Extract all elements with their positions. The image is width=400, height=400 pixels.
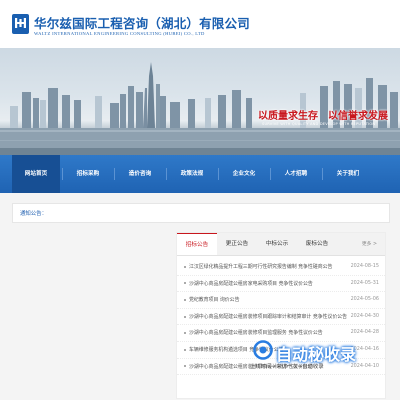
tab-correction-notice[interactable]: 更正公告 <box>217 233 257 255</box>
nav-divider <box>322 168 323 180</box>
tab-cancel-notice[interactable]: 废标公告 <box>297 233 337 255</box>
nav-item-careers[interactable]: 人才招聘 <box>272 155 320 193</box>
bullet-icon <box>184 332 186 335</box>
announcement-tabs: 招标公告 更正公告 中标公示 废标公告 更多 > <box>177 233 385 256</box>
bullet-icon <box>184 298 186 301</box>
list-item-title[interactable]: 沙湖中心商品房配建公租房装修项目监理服务 竞争性议价公告 <box>189 329 347 336</box>
watermark-logo-icon <box>253 340 273 360</box>
company-name-cn[interactable]: 华尔兹国际工程咨询（湖北）有限公司 <box>34 13 250 32</box>
nav-divider <box>114 168 115 180</box>
nav-divider <box>62 168 63 180</box>
list-item-date: 2024-05-06 <box>350 296 379 303</box>
company-name-en: WALTZ INTERNATIONAL ENGINEERING CONSULTI… <box>34 31 205 36</box>
nav-item-home[interactable]: 网站首页 <box>12 155 60 193</box>
watermark-overlay: 自动秘收录 上线时间→来访一次→自动收录 <box>250 340 390 392</box>
watermark-title: 自动秘收录 <box>276 345 357 364</box>
main-nav: 网站首页 招标采购 造价咨询 政策法规 企业文化 人才招聘 关于我们 <box>0 155 400 193</box>
more-link[interactable]: 更多 > <box>362 240 377 247</box>
nav-item-policies[interactable]: 政策法规 <box>168 155 216 193</box>
nav-item-bidding[interactable]: 招标采购 <box>64 155 112 193</box>
list-item-date: 2024-04-30 <box>350 312 379 319</box>
bullet-icon <box>184 265 186 268</box>
list-item-date: 2024-08-15 <box>350 263 379 269</box>
list-item[interactable]: 沙湖中心商品房配建公租房装修项目跟踪审计和结算审计 竞争性议价公告 2024-0… <box>177 309 385 326</box>
banner-slogan-en: SURVIVE WITH QUALITY AND DEVELOP WITH RE… <box>262 122 376 126</box>
list-item-title[interactable]: 沙湖中心商品房配建公租房装修项目跟踪审计和结算审计 竞争性议价公告 <box>189 313 347 320</box>
list-item-title[interactable]: 江汉区绿化精品提升工程三期可行性研究报告编制 竞争性磋商公告 <box>189 263 347 270</box>
tab-award-notice[interactable]: 中标公示 <box>257 233 297 255</box>
list-item-date: 2024-04-28 <box>350 329 379 336</box>
company-logo[interactable] <box>12 14 29 34</box>
nav-item-culture[interactable]: 企业文化 <box>220 155 268 193</box>
tab-bid-notice[interactable]: 招标公告 <box>177 233 217 255</box>
logo-icon <box>15 18 26 28</box>
list-item[interactable]: 沙湖中心商品房配建公租房家电采购项目 竞争性议价公告 2024-05-31 <box>177 276 385 293</box>
bullet-icon <box>184 365 186 368</box>
banner-slogan: 以质量求生存 以信誉求发展 <box>258 111 388 122</box>
nav-divider <box>270 168 271 180</box>
list-item[interactable]: 江汉区绿化精品提升工程三期可行性研究报告编制 竞争性磋商公告 2024-08-1… <box>177 259 385 276</box>
hero-banner: 以质量求生存 以信誉求发展 SURVIVE WITH QUALITY AND D… <box>0 48 400 155</box>
city-skyline-image <box>0 62 400 155</box>
notice-bar: 通知公告： <box>12 203 390 223</box>
nav-divider <box>166 168 167 180</box>
bullet-icon <box>184 348 186 351</box>
nav-item-cost-consulting[interactable]: 造价咨询 <box>116 155 164 193</box>
list-item-date: 2024-05-31 <box>350 279 379 286</box>
bullet-icon <box>184 315 186 318</box>
list-item-title[interactable]: 沙湖中心商品房配建公租房家电采购项目 竞争性议价公告 <box>189 280 347 287</box>
list-item[interactable]: 党纪教育项目 询价公告 2024-05-06 <box>177 292 385 309</box>
site-header: 华尔兹国际工程咨询（湖北）有限公司 WALTZ INTERNATIONAL EN… <box>0 0 400 48</box>
list-item-title[interactable]: 党纪教育项目 询价公告 <box>189 296 347 303</box>
nav-divider <box>218 168 219 180</box>
notice-label: 通知公告： <box>20 211 47 217</box>
nav-item-about[interactable]: 关于我们 <box>324 155 372 193</box>
watermark-subtitle: 上线时间→来访一次→自动收录 <box>250 364 324 370</box>
bullet-icon <box>184 282 186 285</box>
